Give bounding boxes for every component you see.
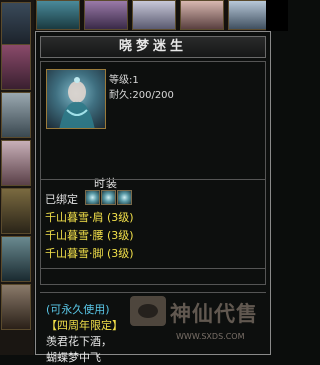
set-item: 千山暮雪·脚 (3级)	[45, 247, 134, 260]
watermark-url: WWW.SXDS.COM	[176, 332, 245, 341]
limited-edition-text: 【四周年限定】	[46, 319, 123, 332]
top-slot[interactable]	[180, 0, 224, 30]
strip-slot[interactable]	[1, 92, 31, 138]
set-item: 千山暮雪·腰 (3级)	[45, 229, 134, 242]
bound-status: 已绑定	[45, 193, 78, 206]
set-item: 千山暮雪·肩 (3级)	[45, 211, 134, 224]
strip-slot[interactable]	[1, 44, 31, 90]
top-slot[interactable]	[36, 0, 80, 30]
top-edge	[266, 0, 288, 31]
top-slot[interactable]	[132, 0, 176, 30]
description-line-1: 羡君花下酒，	[46, 335, 112, 348]
top-item-row	[34, 0, 288, 31]
watermark-logo-icon	[130, 296, 166, 326]
item-portrait-icon	[46, 69, 106, 129]
watermark-text: 神仙代售	[170, 302, 258, 326]
strip-slot[interactable]	[1, 140, 31, 186]
item-set-box: 已绑定 千山暮雪·肩 (3级) 千山暮雪·腰 (3级) 千山暮雪·脚 (3级)	[40, 179, 266, 285]
item-level: 等级:1	[109, 75, 139, 86]
top-slot[interactable]	[84, 0, 128, 30]
item-title: 晓梦迷生	[40, 36, 266, 58]
description-line-2: 蝴蝶梦中飞	[46, 351, 101, 364]
strip-slot[interactable]	[1, 188, 31, 234]
strip-slot[interactable]	[1, 236, 31, 282]
strip-slot[interactable]	[1, 284, 31, 330]
item-durability: 耐久:200/200	[109, 90, 174, 101]
permanent-use-text: (可永久使用)	[46, 303, 110, 316]
left-item-strip	[0, 0, 34, 355]
strip-slot[interactable]	[1, 2, 31, 48]
